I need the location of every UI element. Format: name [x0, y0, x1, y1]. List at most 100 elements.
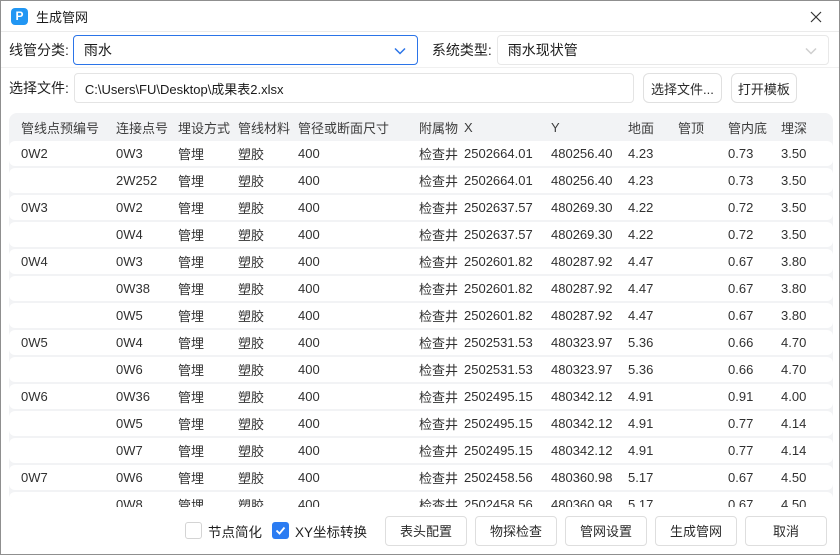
column-header: 管顶 [678, 118, 728, 137]
table-row[interactable]: 0W70W6管埋塑胶400检查井2502458.56480360.985.170… [9, 465, 833, 490]
survey-check-button[interactable]: 物探检查 [475, 516, 557, 546]
table-cell: 4.47 [628, 254, 678, 269]
table-cell: 400 [298, 281, 419, 296]
table-cell: 400 [298, 254, 419, 269]
table-cell: 塑胶 [238, 171, 298, 190]
table-cell: 塑胶 [238, 198, 298, 217]
table-cell: 管埋 [178, 171, 238, 190]
pipe-table: 管线点预编号连接点号埋设方式管线材料管径或断面尺寸附属物XY地面管顶管内底埋深 … [9, 113, 833, 509]
table-row[interactable]: 0W7管埋塑胶400检查井2502495.15480342.124.910.77… [9, 438, 833, 463]
table-cell: 400 [298, 146, 419, 161]
table-cell: 0W4 [116, 335, 178, 350]
table-cell: 0W38 [116, 281, 178, 296]
table-row[interactable]: 0W20W3管埋塑胶400检查井2502664.01480256.404.230… [9, 141, 833, 166]
cancel-button[interactable]: 取消 [745, 516, 827, 546]
table-cell: 4.22 [628, 227, 678, 242]
table-row[interactable]: 0W50W4管埋塑胶400检查井2502531.53480323.975.360… [9, 330, 833, 355]
table-cell: 2502637.57 [464, 200, 551, 215]
system-type-select[interactable]: 雨水现状管 [497, 35, 829, 65]
table-cell: 2502664.01 [464, 173, 551, 188]
table-cell: 塑胶 [238, 441, 298, 460]
table-cell: 0W6 [116, 362, 178, 377]
table-cell: 480269.30 [551, 200, 628, 215]
table-cell: 480287.92 [551, 281, 628, 296]
pipe-category-select[interactable]: 雨水 [73, 35, 418, 65]
table-cell: 0.77 [728, 416, 781, 431]
table-cell: 4.47 [628, 308, 678, 323]
table-cell: 4.70 [781, 362, 833, 377]
table-cell: 塑胶 [238, 306, 298, 325]
browse-file-button[interactable]: 选择文件... [643, 73, 722, 103]
table-row[interactable]: 0W30W2管埋塑胶400检查井2502637.57480269.304.220… [9, 195, 833, 220]
close-icon[interactable] [807, 8, 825, 26]
node-simplify-checkbox[interactable]: 节点简化 [185, 521, 262, 541]
table-row[interactable]: 0W38管埋塑胶400检查井2502601.82480287.924.470.6… [9, 276, 833, 301]
table-cell: 0.67 [728, 308, 781, 323]
table-cell: 480256.40 [551, 146, 628, 161]
table-cell: 塑胶 [238, 468, 298, 487]
classification-row: 线管分类: 雨水 系统类型: 雨水现状管 [1, 33, 839, 68]
table-cell: 检查井 [419, 333, 464, 352]
table-cell: 2502458.56 [464, 470, 551, 485]
table-cell: 0.77 [728, 443, 781, 458]
table-row[interactable]: 2W252管埋塑胶400检查井2502664.01480256.404.230.… [9, 168, 833, 193]
table-row[interactable]: 0W5管埋塑胶400检查井2502601.82480287.924.470.67… [9, 303, 833, 328]
open-template-button[interactable]: 打开模板 [731, 73, 797, 103]
table-cell: 检查井 [419, 279, 464, 298]
table-row[interactable]: 0W60W36管埋塑胶400检查井2502495.15480342.124.91… [9, 384, 833, 409]
table-cell: 3.50 [781, 173, 833, 188]
table-cell: 检查井 [419, 171, 464, 190]
table-cell: 0W6 [116, 470, 178, 485]
xy-transform-checkbox[interactable]: XY坐标转换 [272, 521, 367, 541]
table-cell: 2502531.53 [464, 362, 551, 377]
table-row[interactable]: 0W6管埋塑胶400检查井2502531.53480323.975.360.66… [9, 357, 833, 382]
table-cell: 管埋 [178, 279, 238, 298]
table-cell: 2W252 [116, 173, 178, 188]
table-cell: 检查井 [419, 387, 464, 406]
file-path-input[interactable]: C:\Users\FU\Desktop\成果表2.xlsx [74, 73, 634, 103]
table-cell: 0W3 [9, 200, 116, 215]
table-cell: 480256.40 [551, 173, 628, 188]
app-logo-icon: P [11, 8, 28, 25]
table-cell: 管埋 [178, 333, 238, 352]
table-cell: 2502495.15 [464, 416, 551, 431]
table-cell: 塑胶 [238, 225, 298, 244]
footer-bar: 节点简化 XY坐标转换 表头配置 物探检查 管网设置 生成管网 取消 [1, 507, 839, 554]
table-cell: 2502601.82 [464, 254, 551, 269]
table-cell: 3.50 [781, 227, 833, 242]
table-cell: 塑胶 [238, 252, 298, 271]
column-header: 埋深 [781, 118, 833, 137]
network-settings-button[interactable]: 管网设置 [565, 516, 647, 546]
table-cell: 480342.12 [551, 443, 628, 458]
window-title: 生成管网 [36, 7, 88, 26]
file-row: 选择文件: C:\Users\FU\Desktop\成果表2.xlsx 选择文件… [1, 69, 839, 107]
table-cell: 480323.97 [551, 362, 628, 377]
table-cell: 塑胶 [238, 144, 298, 163]
table-row[interactable]: 0W5管埋塑胶400检查井2502495.15480342.124.910.77… [9, 411, 833, 436]
generate-network-button[interactable]: 生成管网 [655, 516, 737, 546]
column-header: 管线点预编号 [9, 118, 116, 137]
table-row[interactable]: 0W40W3管埋塑胶400检查井2502601.82480287.924.470… [9, 249, 833, 274]
column-header: 地面 [628, 118, 678, 137]
table-cell: 4.91 [628, 443, 678, 458]
column-header: 管内底 [728, 118, 781, 137]
table-cell: 2502637.57 [464, 227, 551, 242]
checkbox-unchecked-icon [185, 522, 202, 539]
header-config-button[interactable]: 表头配置 [385, 516, 467, 546]
table-cell: 400 [298, 335, 419, 350]
table-row[interactable]: 0W4管埋塑胶400检查井2502637.57480269.304.220.72… [9, 222, 833, 247]
column-header: Y [551, 120, 628, 135]
table-cell: 0.91 [728, 389, 781, 404]
table-cell: 检查井 [419, 414, 464, 433]
table-cell: 2502495.15 [464, 389, 551, 404]
table-cell: 0.73 [728, 173, 781, 188]
table-cell: 塑胶 [238, 387, 298, 406]
table-cell: 400 [298, 443, 419, 458]
table-cell: 400 [298, 227, 419, 242]
table-cell: 管埋 [178, 387, 238, 406]
column-header: 管线材料 [238, 118, 298, 137]
table-cell: 3.50 [781, 200, 833, 215]
table-cell: 管埋 [178, 441, 238, 460]
table-cell: 4.50 [781, 470, 833, 485]
table-cell: 检查井 [419, 144, 464, 163]
